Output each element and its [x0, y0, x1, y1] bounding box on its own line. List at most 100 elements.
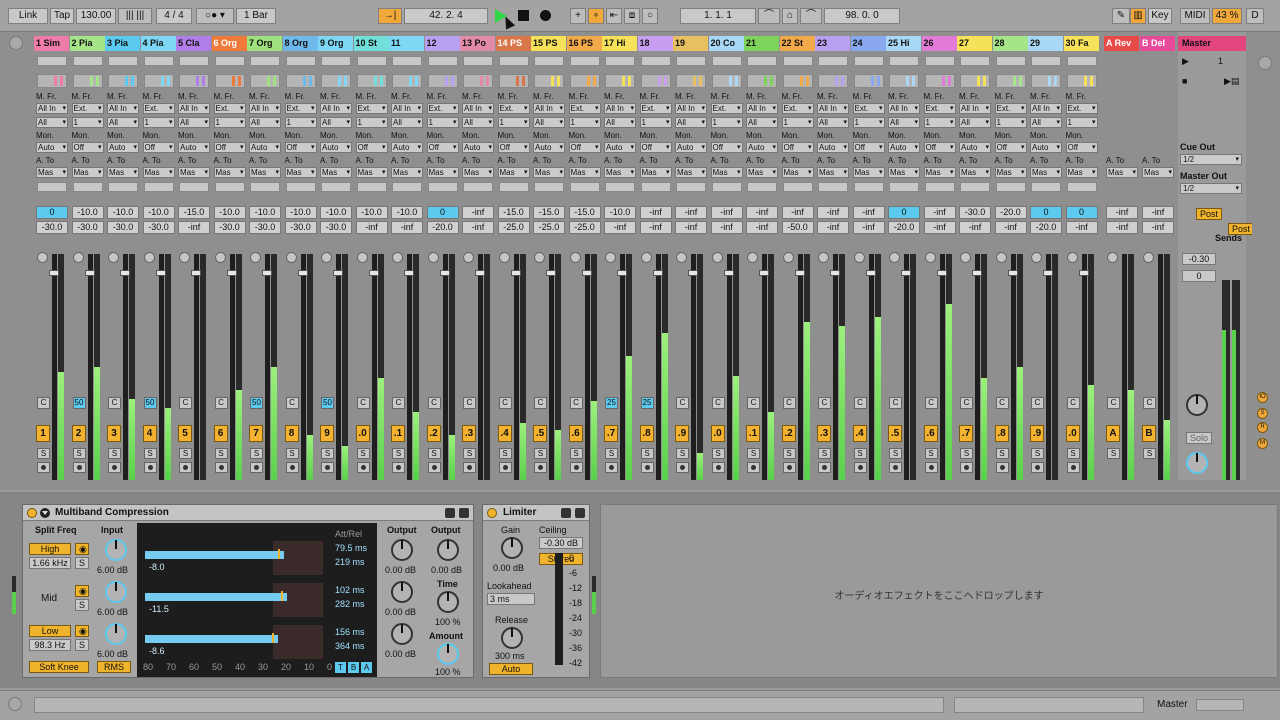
clip-stop-button[interactable]: [960, 56, 990, 66]
input-type-select[interactable]: Ext.: [1065, 103, 1098, 114]
clip-slot[interactable]: [782, 74, 813, 88]
volume-fader-track[interactable]: [762, 254, 767, 480]
clip-stop-button[interactable]: [356, 56, 387, 66]
pan-knob[interactable]: [853, 252, 865, 263]
input-channel-select[interactable]: 1: [568, 117, 601, 128]
track-activator-button[interactable]: .3: [462, 425, 476, 442]
punch-out-icon[interactable]: ⌒: [800, 8, 822, 24]
track-header[interactable]: 14 PS: [495, 36, 531, 51]
clip-stop-button[interactable]: [463, 56, 493, 66]
clip-stop-button[interactable]: [676, 56, 706, 66]
input-type-select[interactable]: Ext.: [710, 103, 743, 114]
output-select[interactable]: Mas: [781, 167, 814, 178]
loop-length-field[interactable]: 98. 0. 0: [824, 8, 900, 24]
track-view-selector[interactable]: [1196, 699, 1244, 711]
clip-stop-button[interactable]: [37, 56, 67, 66]
track-header[interactable]: 22 St: [779, 36, 815, 51]
crossfade-assign-button[interactable]: 50: [250, 397, 263, 409]
input-type-select[interactable]: Ext.: [639, 103, 672, 114]
pan-knob[interactable]: [995, 252, 1007, 263]
track-header[interactable]: 24: [850, 36, 886, 51]
crossfade-assign-button[interactable]: C: [818, 397, 831, 409]
clip-stop-button[interactable]: [534, 56, 564, 66]
amount-knob[interactable]: [437, 643, 459, 665]
output-mid-knob[interactable]: [391, 581, 413, 603]
monitor-select[interactable]: Auto: [888, 142, 920, 153]
volume-fader-track[interactable]: [1122, 254, 1127, 480]
pan-knob[interactable]: [1066, 252, 1078, 263]
send-b-field[interactable]: -25.0: [497, 221, 530, 234]
crossfade-assign-button[interactable]: C: [1066, 397, 1080, 409]
send-a-field[interactable]: -inf: [1106, 206, 1138, 219]
output-select[interactable]: Mas: [1030, 167, 1062, 178]
volume-fader-track[interactable]: [158, 254, 164, 480]
clip-stop-button[interactable]: [747, 56, 777, 66]
output-select[interactable]: Mas: [71, 167, 104, 178]
track-header[interactable]: 30 Fa: [1063, 36, 1099, 51]
volume-fader-track[interactable]: [1081, 254, 1087, 480]
monitor-select[interactable]: Auto: [959, 142, 991, 153]
band-release[interactable]: 282 ms: [335, 599, 365, 609]
midi-map-button[interactable]: MIDI: [1180, 8, 1210, 24]
volume-fader-handle[interactable]: [333, 270, 343, 276]
input-type-select[interactable]: All In: [320, 103, 352, 114]
clip-stop-button[interactable]: [995, 56, 1026, 66]
arm-record-button[interactable]: [640, 462, 654, 473]
output-select[interactable]: Mas: [1106, 167, 1138, 178]
output-channel-select[interactable]: [889, 182, 919, 192]
volume-fader-handle[interactable]: [475, 270, 485, 276]
arm-record-button[interactable]: [427, 462, 441, 473]
input-channel-select[interactable]: All: [320, 117, 352, 128]
track-header[interactable]: 3 Pia: [105, 36, 140, 51]
output-select[interactable]: Mas: [746, 167, 778, 178]
pan-knob[interactable]: [676, 252, 687, 263]
clip-stop-button[interactable]: [711, 56, 742, 66]
arm-record-button[interactable]: [321, 462, 334, 473]
clip-stop-button[interactable]: [853, 56, 884, 66]
release-knob[interactable]: [501, 627, 523, 649]
output-select[interactable]: Mas: [178, 167, 210, 178]
input-channel-select[interactable]: 1: [71, 117, 104, 128]
output-select[interactable]: Mas: [497, 167, 530, 178]
track-activator-button[interactable]: .0: [710, 425, 725, 442]
output-select[interactable]: Mas: [817, 167, 849, 178]
input-type-select[interactable]: All In: [959, 103, 991, 114]
output-channel-select[interactable]: [782, 182, 813, 192]
solo-button[interactable]: S: [747, 448, 760, 459]
monitor-select[interactable]: Auto: [604, 142, 636, 153]
pencil-icon[interactable]: ✎: [1112, 8, 1130, 24]
output-select[interactable]: Mas: [284, 167, 317, 178]
auto-release-button[interactable]: Auto: [489, 663, 533, 675]
send-a-field[interactable]: -10.0: [604, 206, 636, 219]
output-channel-select[interactable]: [747, 182, 777, 192]
arm-record-button[interactable]: [747, 462, 760, 473]
nudge-icon[interactable]: ||| |||: [118, 8, 152, 24]
output-channel-select[interactable]: [534, 182, 564, 192]
song-position-field[interactable]: 42. 2. 4: [404, 8, 488, 24]
band-threshold-marker[interactable]: [272, 633, 274, 643]
track-header[interactable]: 20 Co: [708, 36, 744, 51]
track-activator-button[interactable]: 9: [320, 425, 334, 442]
input-channel-select[interactable]: All: [107, 117, 139, 128]
clip-slot[interactable]: [924, 74, 955, 88]
multiband-title[interactable]: Multiband Compression: [23, 505, 473, 521]
send-b-field[interactable]: -30.0: [284, 221, 317, 234]
volume-fader-track[interactable]: [87, 254, 93, 480]
track-activator-button[interactable]: .5: [533, 425, 547, 442]
crossfade-assign-button[interactable]: C: [1143, 397, 1156, 409]
output-channel-select[interactable]: [1031, 182, 1061, 192]
solo-switch[interactable]: Solo: [1186, 432, 1213, 444]
low-band-on-icon[interactable]: ◉: [75, 625, 89, 637]
crossfade-assign-button[interactable]: C: [889, 397, 902, 409]
band-view-button[interactable]: A: [361, 662, 372, 673]
track-activator-button[interactable]: .7: [604, 425, 618, 442]
send-a-field[interactable]: -15.0: [178, 206, 210, 219]
volume-fader-handle[interactable]: [936, 270, 947, 276]
output-channel-select[interactable]: [37, 182, 67, 192]
input-type-select[interactable]: All In: [178, 103, 210, 114]
track-header[interactable]: 23: [815, 36, 850, 51]
solo-button[interactable]: S: [250, 448, 263, 459]
scene-launch-icon[interactable]: ▶: [1182, 56, 1189, 67]
clip-stop-button[interactable]: [321, 56, 351, 66]
metronome-icon[interactable]: ○● ▾: [196, 8, 234, 24]
